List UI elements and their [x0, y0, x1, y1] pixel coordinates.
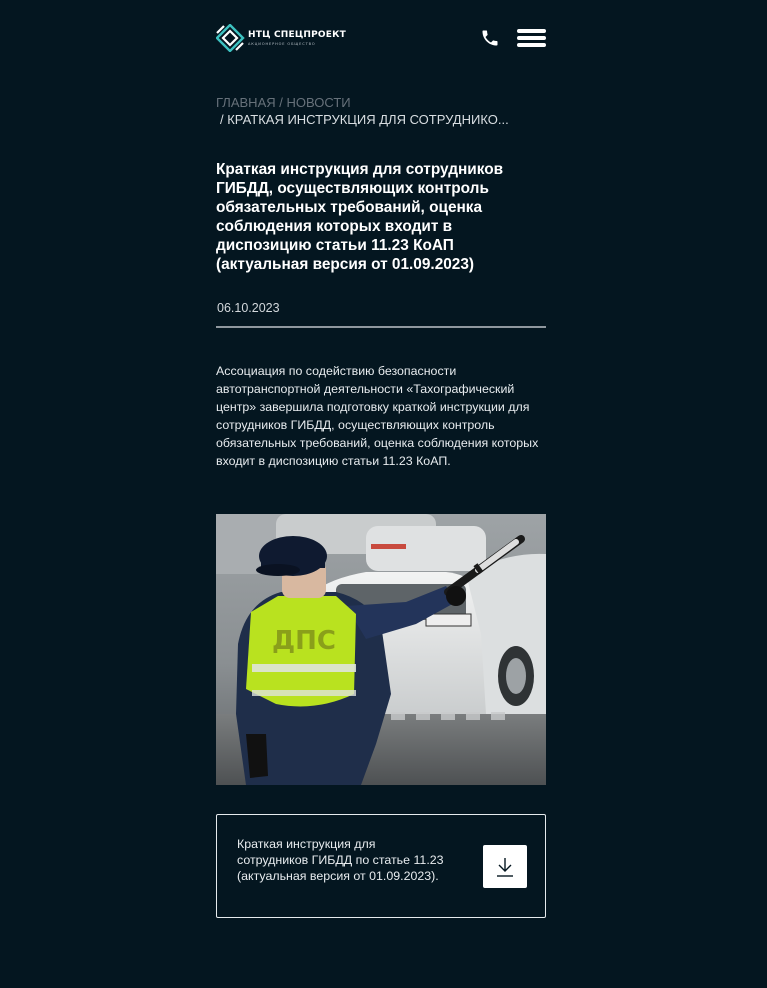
menu-bar	[517, 43, 546, 47]
article-image: ДПС	[216, 514, 546, 785]
phone-icon	[482, 30, 498, 46]
logo-name: НТЦ СПЕЦПРОЕКТ	[248, 29, 347, 40]
menu-button[interactable]	[517, 29, 546, 47]
article-title: Краткая инструкция для сотрудников ГИБДД…	[216, 161, 504, 273]
breadcrumb-news-link[interactable]: НОВОСТИ	[287, 95, 351, 110]
breadcrumb: ГЛАВНАЯ / НОВОСТИ / КРАТКАЯ ИНСТРУКЦИЯ Д…	[216, 94, 546, 128]
menu-bar	[517, 36, 546, 40]
article-date: 06.10.2023	[217, 301, 280, 315]
breadcrumb-current: / КРАТКАЯ ИНСТРУКЦИЯ ДЛЯ СОТРУДНИКО...	[220, 112, 509, 127]
divider	[216, 326, 546, 328]
document-download-card[interactable]: Краткая инструкция для сотрудников ГИБДД…	[216, 814, 546, 918]
logo-icon	[216, 24, 245, 52]
site-header: НТЦ СПЕЦПРОЕКТ АКЦИОНЕРНОЕ ОБЩЕСТВО	[216, 24, 546, 52]
logo[interactable]: НТЦ СПЕЦПРОЕКТ АКЦИОНЕРНОЕ ОБЩЕСТВО	[216, 24, 346, 52]
breadcrumb-separator: /	[279, 95, 283, 110]
download-icon	[497, 857, 513, 877]
download-button[interactable]	[483, 845, 527, 888]
breadcrumb-home-link[interactable]: ГЛАВНАЯ	[216, 95, 276, 110]
menu-bar	[517, 29, 546, 33]
vest-text: ДПС	[272, 626, 336, 656]
logo-subtitle: АКЦИОНЕРНОЕ ОБЩЕСТВО	[248, 41, 316, 46]
article-lead: Ассоциация по содействию безопасности ав…	[216, 364, 539, 468]
phone-button[interactable]	[480, 28, 500, 48]
document-title: Краткая инструкция для сотрудников ГИБДД…	[237, 837, 444, 883]
